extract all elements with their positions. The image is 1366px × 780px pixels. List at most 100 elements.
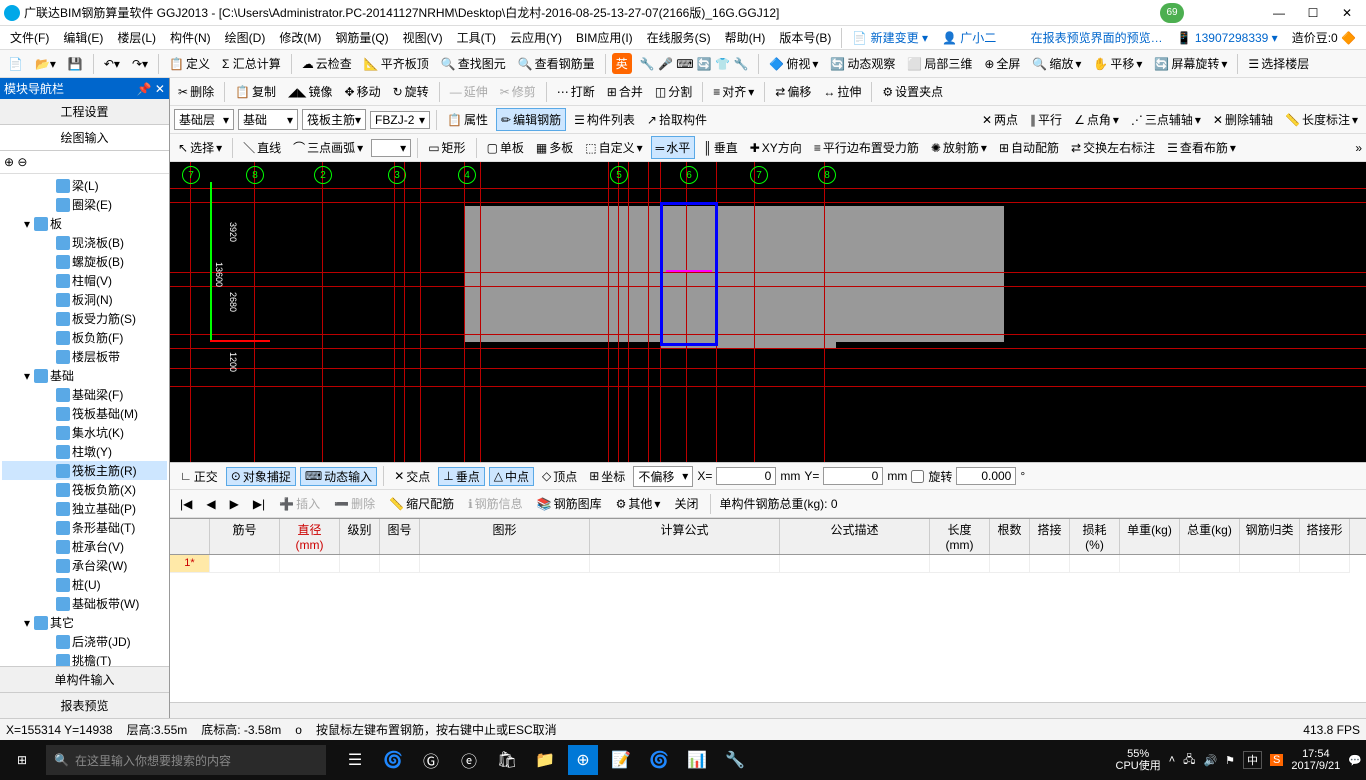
col-header[interactable]: 直径(mm) [280, 519, 340, 554]
table-cell[interactable] [1120, 555, 1180, 573]
tray-vol-icon[interactable]: 🔊 [1203, 754, 1217, 767]
style-dropdown[interactable]: ▾ [371, 139, 411, 157]
taskview-icon[interactable]: ☰ [340, 745, 370, 775]
table-cell[interactable] [590, 555, 780, 573]
menu-floor[interactable]: 楼层(L) [111, 27, 162, 48]
menu-edit[interactable]: 编辑(E) [57, 27, 109, 48]
explorer-icon[interactable]: 📁 [530, 745, 560, 775]
tree-node[interactable]: 楼层板带 [2, 347, 167, 366]
member-dropdown[interactable]: FBZJ-2▾ [370, 111, 430, 129]
hscrollbar[interactable] [170, 702, 1366, 718]
dyn-input-toggle[interactable]: ⌨ 动态输入 [300, 467, 377, 486]
table-cell[interactable] [1180, 555, 1240, 573]
coin-label[interactable]: 造价豆:0 🔶 [1286, 27, 1362, 48]
menu-modify[interactable]: 修改(M) [273, 27, 327, 48]
tree-node[interactable]: ▾板 [2, 214, 167, 233]
stretch-button[interactable]: ↔ 拉伸 [819, 81, 865, 102]
nav-tab-project[interactable]: 工程设置 [0, 99, 169, 125]
horiz-button[interactable]: ═ 水平 [651, 136, 696, 159]
mid-toggle[interactable]: △ 中点 [489, 467, 534, 486]
col-header[interactable]: 图形 [420, 519, 590, 554]
split-button[interactable]: ◫ 分割 [651, 81, 696, 102]
table-cell[interactable] [930, 555, 990, 573]
table-cell[interactable] [380, 555, 420, 573]
app6-icon[interactable]: 📊 [682, 745, 712, 775]
vert-button[interactable]: ║ 垂直 [699, 137, 742, 158]
col-header[interactable]: 总重(kg) [1180, 519, 1240, 554]
tree-node[interactable]: 螺旋板(B) [2, 252, 167, 271]
first-icon[interactable]: |◀ [176, 495, 196, 513]
col-header[interactable]: 图号 [380, 519, 420, 554]
sum-calc-button[interactable]: Σ 汇总计算 [218, 53, 285, 74]
expand-icon[interactable]: ⊕ [4, 155, 14, 169]
tree-node[interactable]: 独立基础(P) [2, 499, 167, 518]
table-cell[interactable] [210, 555, 280, 573]
menu-rebar[interactable]: 钢筋量(Q) [329, 27, 394, 48]
vertex-toggle[interactable]: ◇ 顶点 [538, 468, 581, 485]
tree-node[interactable]: ▾基础 [2, 366, 167, 385]
perp-toggle[interactable]: ⊥ 垂点 [438, 467, 484, 486]
intersect-toggle[interactable]: ✕ 交点 [390, 468, 434, 485]
table-cell[interactable] [1300, 555, 1350, 573]
start-button[interactable]: ⊞ [4, 744, 40, 776]
select-floor-button[interactable]: ☰ 选择楼层 [1244, 53, 1313, 74]
app2-icon[interactable]: Ⓖ [416, 745, 446, 775]
ime-indicator[interactable]: 英 [612, 53, 632, 74]
tree-node[interactable]: 后浇带(JD) [2, 632, 167, 651]
coord-toggle[interactable]: ⊞ 坐标 [585, 468, 629, 485]
last-icon[interactable]: ▶| [249, 495, 269, 513]
offset-button[interactable]: ⇄ 偏移 [771, 81, 815, 102]
tree-node[interactable]: 基础梁(F) [2, 385, 167, 404]
tree-node[interactable]: 筏板负筋(X) [2, 480, 167, 499]
tree-node[interactable]: 板受力筋(S) [2, 309, 167, 328]
close-button[interactable]: ✕ [1332, 3, 1362, 23]
tree-node[interactable]: 梁(L) [2, 176, 167, 195]
tray-ime[interactable]: 中 [1243, 751, 1262, 769]
pan-button[interactable]: ✋ 平移▾ [1089, 53, 1146, 74]
col-header[interactable]: 根数 [990, 519, 1030, 554]
edit-rebar-button[interactable]: ✏ 编辑钢筋 [496, 108, 566, 131]
custom-button[interactable]: ⬚ 自定义 ▾ [581, 137, 646, 158]
col-header[interactable]: 公式描述 [780, 519, 930, 554]
rect-button[interactable]: ▭ 矩形 [424, 137, 469, 158]
menu-view[interactable]: 视图(V) [397, 27, 449, 48]
col-header[interactable]: 筋号 [210, 519, 280, 554]
parallel-button[interactable]: ∥ 平行 [1026, 109, 1066, 130]
menu-help[interactable]: 帮助(H) [719, 27, 772, 48]
user-button[interactable]: 👤 广小二 [936, 27, 1002, 48]
tray-sogou-icon[interactable]: S [1270, 754, 1283, 766]
ptang-button[interactable]: ∠ 点角▾ [1070, 109, 1123, 130]
copy-button[interactable]: 📋 复制 [231, 81, 280, 102]
pin-icon[interactable]: 📌 ✕ [137, 82, 165, 96]
minimize-button[interactable]: — [1264, 3, 1294, 23]
col-header[interactable]: 损耗(%) [1070, 519, 1120, 554]
tree-node[interactable]: 圈梁(E) [2, 195, 167, 214]
move-button[interactable]: ✥ 移动 [341, 81, 385, 102]
tree-node[interactable]: 桩(U) [2, 575, 167, 594]
menu-file[interactable]: 文件(F) [4, 27, 55, 48]
clock[interactable]: 17:542017/9/21 [1291, 748, 1340, 772]
offset-mode-dropdown[interactable]: 不偏移▾ [633, 466, 693, 487]
xydir-button[interactable]: ✚ XY方向 [746, 137, 806, 158]
col-header[interactable]: 长度(mm) [930, 519, 990, 554]
tray-flag-icon[interactable]: ⚑ [1225, 754, 1235, 767]
next-icon[interactable]: ▶ [226, 495, 243, 513]
redo-icon[interactable]: ↷▾ [128, 55, 152, 73]
tree-node[interactable]: 板洞(N) [2, 290, 167, 309]
menu-draw[interactable]: 绘图(D) [219, 27, 272, 48]
maximize-button[interactable]: ☐ [1298, 3, 1328, 23]
drawing-canvas[interactable]: 7 8 2 3 4 5 6 7 8 13600 3920 2680 1200 [170, 162, 1366, 462]
tree-node[interactable]: ▾其它 [2, 613, 167, 632]
table-cell[interactable] [420, 555, 590, 573]
app5-icon[interactable]: 🌀 [644, 745, 674, 775]
subcat-dropdown[interactable]: 筏板主筋▾ [302, 109, 366, 130]
tray-net-icon[interactable]: 🖧 [1183, 751, 1195, 770]
menu-member[interactable]: 构件(N) [164, 27, 217, 48]
find-view-button[interactable]: 🔍 查找图元 [437, 53, 510, 74]
tree-node[interactable]: 现浇板(B) [2, 233, 167, 252]
rebar-lib-button[interactable]: 📚 钢筋图库 [533, 493, 606, 514]
ortho-toggle[interactable]: ∟ 正交 [176, 468, 222, 485]
pick-button[interactable]: ↗ 拾取构件 [643, 109, 711, 130]
setpin-button[interactable]: ⚙ 设置夹点 [878, 81, 947, 102]
more-icon[interactable]: » [1355, 141, 1362, 155]
